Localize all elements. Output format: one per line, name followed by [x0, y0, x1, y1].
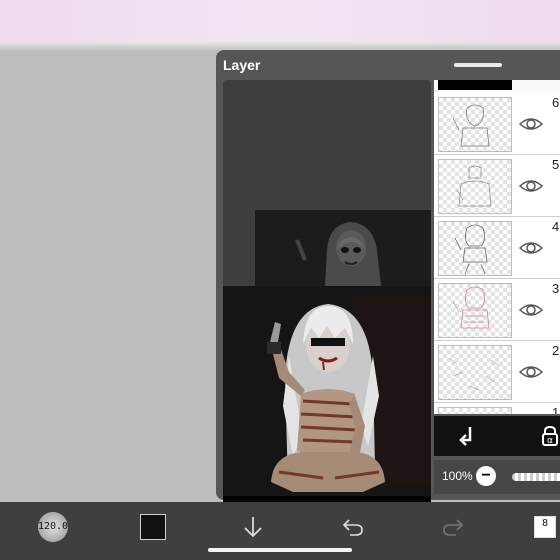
preview-artwork	[223, 286, 431, 496]
visibility-eye-icon[interactable]	[518, 359, 544, 385]
layer-number: 4	[552, 219, 560, 234]
layer-preview[interactable]	[223, 80, 431, 516]
layer-number: 6	[552, 95, 560, 110]
preview-artwork-dim	[255, 210, 431, 286]
layer-number: 5	[552, 157, 560, 172]
visibility-eye-icon[interactable]	[518, 111, 544, 137]
visibility-eye-icon[interactable]	[518, 235, 544, 261]
download-arrow-icon[interactable]	[230, 502, 276, 552]
pages-icon[interactable]: 8	[530, 502, 560, 552]
layer-thumbnail	[438, 407, 512, 414]
selected-layer-edge	[438, 80, 512, 90]
layer-row-3[interactable]: 3	[434, 279, 560, 341]
layer-number: 3	[552, 281, 560, 296]
brush-size-label: 120.0	[37, 521, 69, 532]
home-indicator[interactable]	[208, 548, 352, 552]
layer-thumbnail	[438, 97, 512, 152]
panel-drag-handle[interactable]	[454, 63, 502, 67]
opacity-value: 100%	[442, 469, 473, 483]
layer-number: 2	[552, 343, 560, 358]
layer-thumbnail	[438, 221, 512, 276]
visibility-eye-icon[interactable]	[518, 297, 544, 323]
merge-down-icon[interactable]	[456, 424, 480, 453]
layer-thumbnail	[438, 159, 512, 214]
color-button[interactable]	[130, 502, 176, 552]
svg-text:α: α	[547, 436, 553, 446]
undo-icon[interactable]	[330, 502, 376, 552]
alpha-lock-icon[interactable]: α	[538, 424, 560, 453]
layer-list[interactable]: 6 5 4 3 2 1	[434, 80, 560, 414]
layer-number: 1	[552, 405, 560, 414]
layer-row-2[interactable]: 2	[434, 341, 560, 403]
opacity-decrease-button[interactable]: −	[476, 466, 496, 486]
layer-row-4[interactable]: 4	[434, 217, 560, 279]
bottom-toolbar: 120.0 8	[0, 502, 560, 552]
opacity-row: 100% −	[434, 460, 560, 494]
panel-title: Layer	[223, 57, 261, 73]
visibility-eye-icon[interactable]	[518, 173, 544, 199]
system-bar	[0, 552, 560, 560]
color-swatch	[140, 514, 166, 540]
layer-row-5[interactable]: 5	[434, 155, 560, 217]
opacity-slider[interactable]	[512, 473, 560, 481]
layer-row-1[interactable]: 1	[434, 403, 560, 414]
layer-thumbnail	[438, 345, 512, 400]
pages-count: 8	[542, 518, 548, 529]
redo-icon[interactable]	[430, 502, 476, 552]
layer-actions-bar: α	[434, 416, 560, 456]
brush-icon: 120.0	[38, 512, 68, 542]
toolbar-shadow	[0, 42, 560, 50]
pages-count-box: 8	[534, 516, 556, 538]
layer-row-6[interactable]: 6	[434, 93, 560, 155]
layer-thumbnail	[438, 283, 512, 338]
brush-size-button[interactable]: 120.0	[30, 502, 76, 552]
status-area	[0, 0, 560, 42]
layer-panel: Layer 6 5 4 3 2 1 α 100% −	[216, 50, 560, 516]
